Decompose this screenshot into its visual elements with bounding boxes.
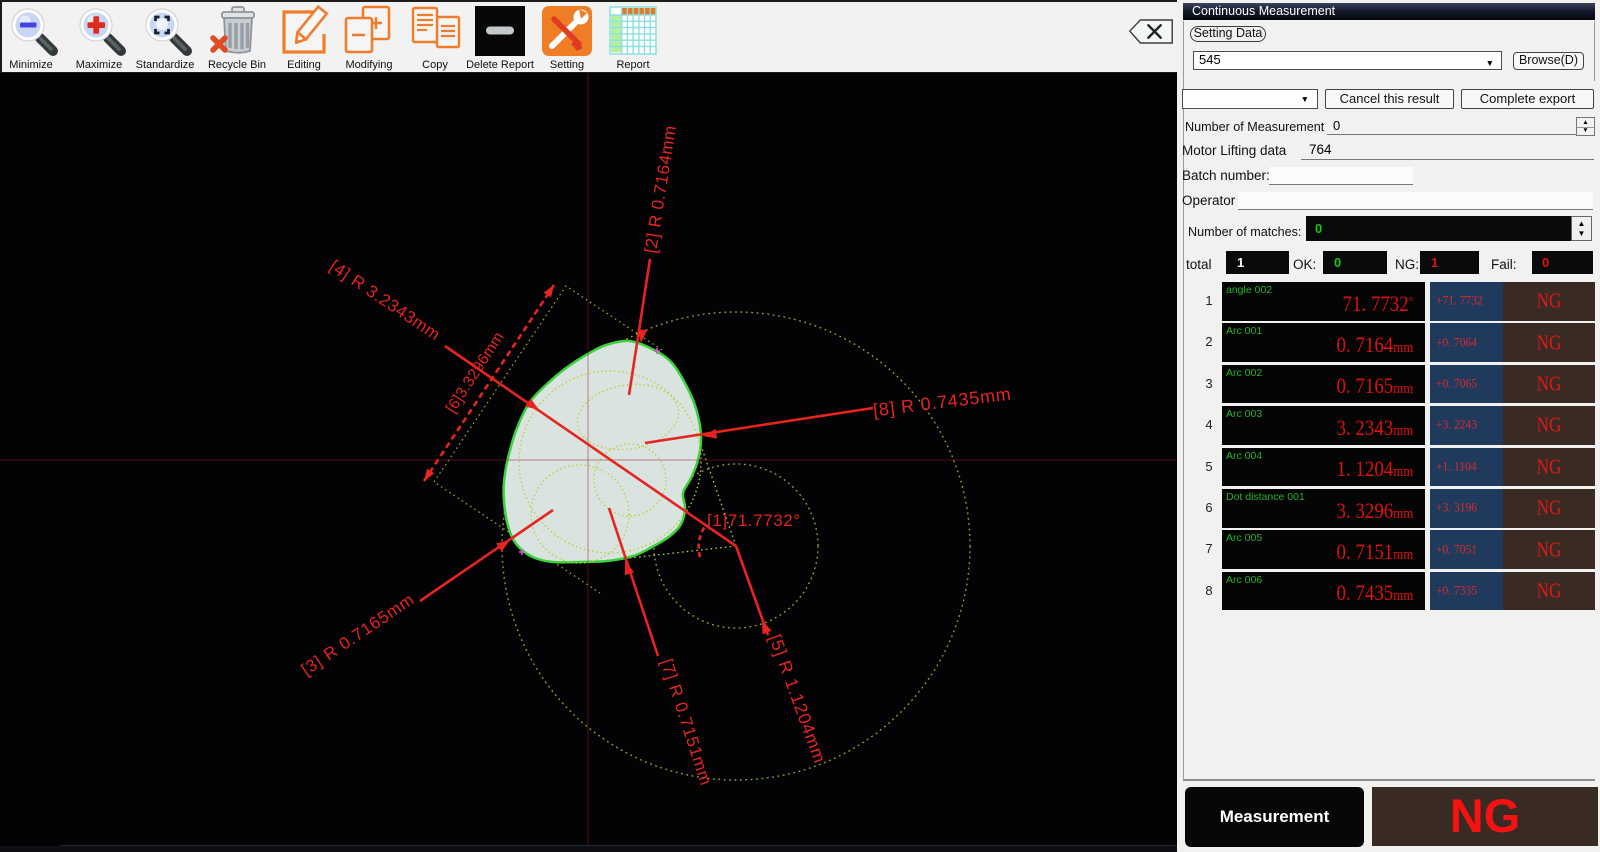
svg-text:[1]71.7732°: [1]71.7732° bbox=[707, 511, 801, 530]
